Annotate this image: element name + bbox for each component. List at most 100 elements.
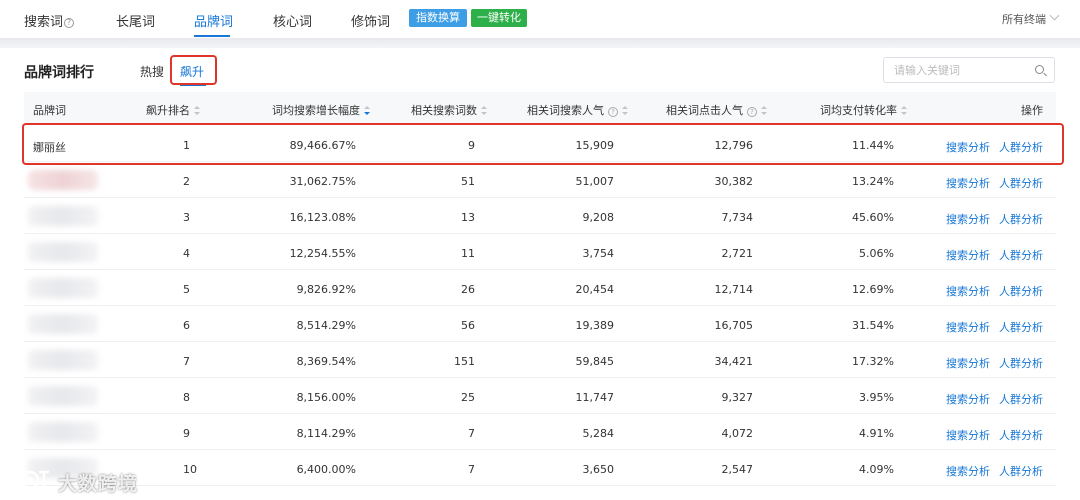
cell-brand-blurred <box>28 422 98 442</box>
tab-long-tail[interactable]: 长尾词 <box>116 11 155 30</box>
cell-brand-blurred <box>28 386 98 406</box>
cell-count: 13 <box>461 211 475 224</box>
help-icon[interactable]: ? <box>608 107 618 117</box>
cell-growth: 8,114.29% <box>296 427 356 440</box>
sort-icon[interactable] <box>194 106 200 115</box>
col-search-pop[interactable]: 相关词搜索人气? <box>527 102 628 118</box>
crowd-analysis-link[interactable]: 人群分析 <box>999 319 1043 335</box>
tab-core-terms[interactable]: 核心词 <box>273 11 312 30</box>
cell-search-pop: 3,754 <box>582 247 615 260</box>
table-row: 8 8,156.00% 25 11,747 9,327 3.95% 搜索分析 人群分析 <box>24 378 1056 414</box>
tab-modifier-terms[interactable]: 修饰词 <box>351 11 390 30</box>
cell-count: 151 <box>454 355 475 368</box>
terminal-select[interactable]: 所有终端 <box>1002 11 1046 27</box>
cell-growth: 12,254.55% <box>289 247 356 260</box>
crowd-analysis-link[interactable]: 人群分析 <box>999 247 1043 263</box>
cell-conv: 12.69% <box>852 283 894 296</box>
cell-search-pop: 59,845 <box>575 355 615 368</box>
crowd-analysis-link[interactable]: 人群分析 <box>999 463 1043 479</box>
search-analysis-link[interactable]: 搜索分析 <box>946 247 990 263</box>
cell-conv: 4.09% <box>859 463 894 476</box>
sort-icon[interactable] <box>761 106 767 115</box>
search-analysis-link[interactable]: 搜索分析 <box>946 319 990 335</box>
col-growth[interactable]: 词均搜索增长幅度 <box>272 102 370 118</box>
crowd-analysis-link[interactable]: 人群分析 <box>999 391 1043 407</box>
highlight-box-rising-tab <box>170 55 217 85</box>
cell-rank: 5 <box>183 283 190 296</box>
col-click-pop[interactable]: 相关词点击人气? <box>666 102 767 118</box>
help-icon[interactable]: ? <box>64 18 75 28</box>
one-click-convert-button[interactable]: 一键转化 <box>471 9 527 27</box>
cell-growth: 9,826.92% <box>296 283 356 296</box>
table-header: 品牌词 飙升排名 词均搜索增长幅度 相关搜索词数 相关词搜索人气? 相关词点击人… <box>24 92 1056 124</box>
col-conv[interactable]: 词均支付转化率 <box>820 102 907 118</box>
cell-click-pop: 4,072 <box>721 427 754 440</box>
cell-click-pop: 16,705 <box>714 319 754 332</box>
chevron-down-icon[interactable] <box>1049 10 1060 21</box>
cell-rank: 8 <box>183 391 190 404</box>
cell-brand-blurred <box>28 206 98 226</box>
cell-brand-blurred <box>28 278 98 298</box>
top-nav: 搜索词? 长尾词 品牌词 核心词 修饰词 指数换算 一键转化 所有终端 <box>0 0 1080 38</box>
cell-search-pop: 9,208 <box>582 211 615 224</box>
cell-rank: 2 <box>183 175 190 188</box>
cell-search-pop: 11,747 <box>575 391 615 404</box>
crowd-analysis-link[interactable]: 人群分析 <box>999 175 1043 191</box>
sort-icon[interactable] <box>901 106 907 115</box>
crowd-analysis-link[interactable]: 人群分析 <box>999 355 1043 371</box>
watermark-logo-icon <box>10 468 50 490</box>
search-analysis-link[interactable]: 搜索分析 <box>946 211 990 227</box>
search-analysis-link[interactable]: 搜索分析 <box>946 283 990 299</box>
cell-growth: 31,062.75% <box>289 175 356 188</box>
search-analysis-link[interactable]: 搜索分析 <box>946 463 990 479</box>
cell-rank: 10 <box>183 463 197 476</box>
tab-search-terms[interactable]: 搜索词? <box>24 11 75 30</box>
watermark-text: 大数跨境 <box>58 473 139 495</box>
cell-search-pop: 5,284 <box>582 427 615 440</box>
cell-click-pop: 2,547 <box>721 463 754 476</box>
sort-icon[interactable] <box>481 106 487 115</box>
crowd-analysis-link[interactable]: 人群分析 <box>999 427 1043 443</box>
tab-brand-terms[interactable]: 品牌词 <box>194 11 233 30</box>
cell-rank: 9 <box>183 427 190 440</box>
search-analysis-link[interactable]: 搜索分析 <box>946 175 990 191</box>
col-ops: 操作 <box>1021 104 1043 117</box>
cell-growth: 8,156.00% <box>296 391 356 404</box>
sort-desc-icon[interactable] <box>364 106 370 115</box>
cell-count: 56 <box>461 319 475 332</box>
cell-search-pop: 51,007 <box>575 175 615 188</box>
cell-conv: 4.91% <box>859 427 894 440</box>
search-analysis-link[interactable]: 搜索分析 <box>946 391 990 407</box>
col-count[interactable]: 相关搜索词数 <box>411 102 487 118</box>
col-brand: 品牌词 <box>33 104 66 117</box>
search-analysis-link[interactable]: 搜索分析 <box>946 355 990 371</box>
cell-search-pop: 20,454 <box>575 283 615 296</box>
page-title: 品牌词排行 <box>24 65 94 81</box>
search-icon[interactable] <box>1035 65 1044 74</box>
help-icon[interactable]: ? <box>747 107 757 117</box>
crowd-analysis-link[interactable]: 人群分析 <box>999 283 1043 299</box>
search-analysis-link[interactable]: 搜索分析 <box>946 427 990 443</box>
subtab-hot-search[interactable]: 热搜 <box>140 63 164 80</box>
keyword-search-input[interactable] <box>894 58 1034 82</box>
cell-rank: 7 <box>183 355 190 368</box>
tab-search-terms-label: 搜索词 <box>24 15 64 30</box>
keyword-search-box[interactable] <box>883 57 1055 83</box>
index-convert-button[interactable]: 指数换算 <box>409 9 467 27</box>
crowd-analysis-link[interactable]: 人群分析 <box>999 211 1043 227</box>
table-row: 7 8,369.54% 151 59,845 34,421 17.32% 搜索分析 人群分析 <box>24 342 1056 378</box>
sort-icon[interactable] <box>622 106 628 115</box>
cell-growth: 8,514.29% <box>296 319 356 332</box>
cell-click-pop: 2,721 <box>721 247 754 260</box>
cell-brand-blurred <box>28 350 98 370</box>
col-click-pop-label: 相关词点击人气 <box>666 104 743 117</box>
cell-count: 51 <box>461 175 475 188</box>
cell-click-pop: 7,734 <box>721 211 754 224</box>
cell-click-pop: 9,327 <box>721 391 754 404</box>
col-conv-label: 词均支付转化率 <box>820 104 897 117</box>
cell-conv: 17.32% <box>852 355 894 368</box>
cell-rank: 3 <box>183 211 190 224</box>
cell-count: 25 <box>461 391 475 404</box>
col-search-pop-label: 相关词搜索人气 <box>527 104 604 117</box>
col-rank[interactable]: 飙升排名 <box>146 102 200 118</box>
